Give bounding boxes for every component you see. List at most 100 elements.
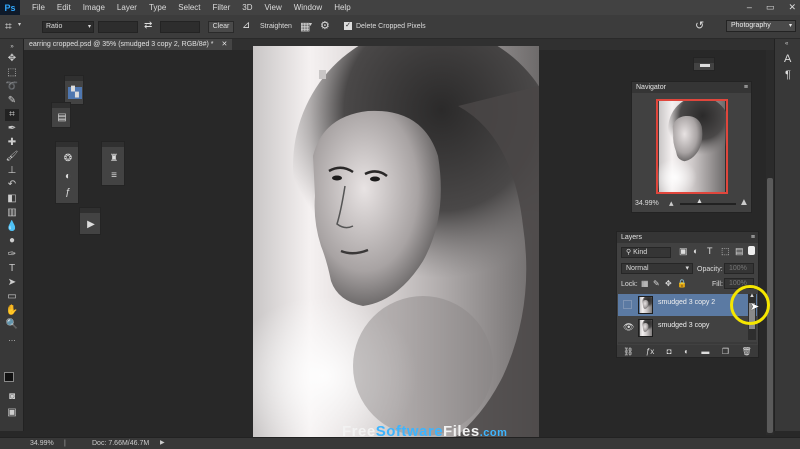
- document-canvas[interactable]: [253, 46, 539, 439]
- actions-play-icon[interactable]: ▶: [84, 219, 98, 231]
- eyedropper-tool-icon[interactable]: ✒: [5, 123, 19, 135]
- adjustments-icon[interactable]: ◐: [61, 171, 75, 183]
- zoom-slider[interactable]: [680, 203, 736, 205]
- opacity-input[interactable]: 100%: [724, 263, 754, 274]
- vertical-scrollbar[interactable]: [766, 50, 774, 435]
- move-tool-icon[interactable]: ✥: [5, 53, 19, 65]
- paragraph-panel-icon[interactable]: ¶: [785, 69, 791, 81]
- straighten-label[interactable]: Straighten: [260, 23, 292, 30]
- channels-icon[interactable]: ≡: [107, 170, 121, 182]
- layers-panel-menu-icon[interactable]: ≡: [751, 232, 755, 243]
- properties-panel-icon[interactable]: ▤: [55, 112, 69, 124]
- gear-icon[interactable]: ⚙: [320, 19, 330, 32]
- ratio-select[interactable]: Ratio ▾: [42, 21, 94, 33]
- character-panel-icon[interactable]: A: [784, 53, 791, 65]
- shape-tool-icon[interactable]: ▭: [5, 291, 19, 303]
- screen-mode-icon[interactable]: ▣: [5, 407, 19, 419]
- tool-preset-chevron-icon[interactable]: ▾: [18, 21, 21, 28]
- menu-select[interactable]: Select: [172, 0, 206, 15]
- navigator-zoom-value[interactable]: 34.99%: [635, 200, 659, 207]
- healing-brush-tool-icon[interactable]: ✚: [5, 137, 19, 149]
- crop-tool-active-icon[interactable]: ⌗: [5, 109, 19, 121]
- history-icon[interactable]: ▬: [698, 60, 712, 70]
- brush-settings-icon[interactable]: ❂: [61, 153, 75, 165]
- hand-tool-icon[interactable]: ✋: [5, 305, 19, 317]
- foreground-color-swatch[interactable]: [4, 372, 14, 382]
- undo-crop-icon[interactable]: ↺: [695, 19, 704, 32]
- overlay-chevron-icon[interactable]: ▾: [309, 21, 312, 28]
- trash-icon[interactable]: 🗑: [742, 347, 752, 356]
- filter-pixel-icon[interactable]: ▣: [679, 246, 688, 257]
- toolbar-collapse-icon[interactable]: »: [5, 41, 19, 53]
- mask-icon[interactable]: ◘: [667, 347, 672, 356]
- clone-stamp-tool-icon[interactable]: ⊥: [5, 165, 19, 177]
- layer-name[interactable]: smudged 3 copy: [658, 322, 709, 329]
- adjustment-icon[interactable]: ◐: [684, 347, 689, 356]
- styles-icon[interactable]: ƒ: [61, 187, 75, 199]
- swap-icon[interactable]: ⇄: [144, 20, 152, 31]
- menu-image[interactable]: Image: [77, 0, 111, 15]
- menu-layer[interactable]: Layer: [111, 0, 143, 15]
- marquee-tool-icon[interactable]: ⬚: [5, 67, 19, 79]
- eye-icon[interactable]: 👁: [623, 322, 634, 333]
- blend-mode-select[interactable]: Normal ▾: [621, 263, 693, 274]
- pen-tool-icon[interactable]: ✑: [5, 249, 19, 261]
- navigator-preview[interactable]: [656, 99, 728, 194]
- close-window-button[interactable]: ✕: [788, 0, 796, 15]
- lock-image-icon[interactable]: ✎: [653, 279, 660, 288]
- close-tab-icon[interactable]: ✕: [222, 41, 228, 48]
- straighten-icon[interactable]: ⊿: [242, 20, 250, 31]
- zoom-out-icon[interactable]: ▴: [669, 198, 674, 209]
- zoom-slider-handle[interactable]: ▲: [696, 198, 703, 205]
- menu-3d[interactable]: 3D: [236, 0, 258, 15]
- layer-name[interactable]: smudged 3 copy 2: [658, 299, 715, 306]
- status-zoom[interactable]: 34.99%: [30, 440, 54, 447]
- lock-transparent-icon[interactable]: ▦: [641, 279, 649, 288]
- maximize-button[interactable]: ▭: [766, 0, 775, 15]
- quick-mask-icon[interactable]: ◙: [5, 391, 19, 403]
- lock-position-icon[interactable]: ✥: [665, 279, 672, 288]
- collapse-panels-icon[interactable]: «: [785, 41, 788, 47]
- history-brush-tool-icon[interactable]: ↶: [5, 179, 19, 191]
- width-input[interactable]: [98, 21, 138, 33]
- filter-smart-object-icon[interactable]: ▤: [735, 246, 744, 257]
- color-panel-icon[interactable]: ▚: [68, 87, 82, 99]
- delete-cropped-checkbox[interactable]: ✓: [344, 22, 352, 30]
- path-selection-tool-icon[interactable]: ➤: [5, 277, 19, 289]
- visibility-toggle-off[interactable]: [623, 300, 632, 309]
- fx-icon[interactable]: ƒx: [646, 347, 654, 356]
- new-layer-icon[interactable]: ❐: [722, 347, 729, 356]
- blur-tool-icon[interactable]: 💧: [5, 221, 19, 233]
- clear-button[interactable]: Clear: [208, 21, 234, 33]
- document-tab[interactable]: earring cropped.psd @ 35% (smudged 3 cop…: [24, 39, 233, 50]
- layer-kind-filter[interactable]: ⚲ Kind: [621, 247, 671, 258]
- panel-menu-icon[interactable]: ≡: [744, 82, 748, 93]
- eraser-tool-icon[interactable]: ◧: [5, 193, 19, 205]
- clone-source-icon[interactable]: ♜: [107, 153, 121, 165]
- filter-toggle-icon[interactable]: [748, 246, 755, 255]
- type-tool-icon[interactable]: T: [5, 263, 19, 275]
- filter-adjustment-icon[interactable]: ◐: [693, 246, 698, 256]
- delete-cropped-label[interactable]: Delete Cropped Pixels: [356, 23, 426, 30]
- quick-select-tool-icon[interactable]: ✎: [5, 95, 19, 107]
- height-input[interactable]: [160, 21, 200, 33]
- status-menu-icon[interactable]: ▶: [160, 439, 165, 446]
- link-icon[interactable]: ⛓: [623, 347, 633, 356]
- more-tools-icon[interactable]: …: [5, 333, 19, 345]
- filter-type-icon[interactable]: T: [707, 246, 713, 256]
- brush-tool-icon[interactable]: 🖌: [5, 151, 19, 163]
- lock-all-icon[interactable]: 🔒: [677, 279, 687, 288]
- lasso-tool-icon[interactable]: ➰: [5, 81, 19, 93]
- menu-edit[interactable]: Edit: [51, 0, 77, 15]
- zoom-in-icon[interactable]: ▲: [739, 197, 749, 208]
- workspace-select[interactable]: Photography ▾: [726, 20, 796, 32]
- gradient-tool-icon[interactable]: ▥: [5, 207, 19, 219]
- minimize-button[interactable]: –: [747, 0, 752, 15]
- zoom-tool-icon[interactable]: 🔍: [5, 319, 19, 331]
- crop-tool-icon[interactable]: ⌗: [5, 19, 12, 34]
- folder-icon[interactable]: ▬: [701, 347, 709, 356]
- menu-view[interactable]: View: [259, 0, 288, 15]
- filter-shape-icon[interactable]: ⬚: [721, 246, 730, 257]
- menu-file[interactable]: File: [26, 0, 51, 15]
- menu-type[interactable]: Type: [143, 0, 172, 15]
